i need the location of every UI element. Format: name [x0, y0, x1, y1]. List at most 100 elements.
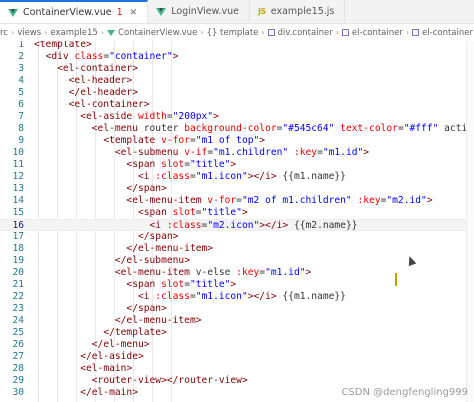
chevron-right-icon: › [335, 28, 339, 37]
code-line[interactable]: 19 </el-submenu> [0, 255, 474, 267]
line-number: 15 [12, 207, 24, 218]
line-number: 24 [12, 315, 24, 326]
code-line[interactable]: 5 </el-header> [0, 87, 474, 99]
breadcrumb-item[interactable]: example15 [50, 28, 97, 38]
code-line[interactable]: 1 <template> [0, 41, 474, 51]
tab-loginview[interactable]: LoginView.vue [148, 0, 251, 23]
code-area[interactable]: 1 <template> 2 <div class="container"> 3 <e… [0, 41, 474, 402]
code-text: </el-aside> [80, 351, 144, 362]
code-line[interactable]: 26 </el-menu> [0, 339, 474, 351]
code-line[interactable]: 22 <i :class="m1.icon"></i> {{m1.name}} [0, 291, 474, 303]
code-text: <el-submenu v-if="m1.children" :key="m1.… [114, 147, 370, 158]
code-line[interactable]: 14 <el-menu-item v-for="m2 of m1.childre… [0, 195, 474, 207]
code-text: </span> [126, 303, 167, 314]
tab-bar: ContainerView.vue 1 ✕ LoginView.vue JS e… [0, 0, 474, 24]
code-text: </el-main> [80, 387, 138, 398]
line-number: 8 [18, 123, 24, 134]
chevron-right-icon: › [200, 28, 204, 37]
code-line[interactable]: 13 </span> [0, 183, 474, 195]
breadcrumb-item[interactable]: rc [0, 28, 8, 38]
breadcrumb-item[interactable]: {} template [207, 28, 259, 38]
code-text: <router-view></router-view> [91, 375, 248, 386]
code-line[interactable]: 15 <span slot="title"> [0, 207, 474, 219]
breadcrumb-item[interactable]: el-container [352, 28, 403, 38]
line-number: 3 [18, 63, 24, 74]
problem-count-badge: 1 [116, 7, 123, 18]
breadcrumb-item[interactable]: el-container [422, 28, 473, 38]
code-text: <el-header> [68, 75, 133, 86]
code-line[interactable]: 24 </el-menu-item> [0, 315, 474, 327]
code-text: </el-header> [68, 87, 138, 98]
code-line[interactable]: 11 <span slot="title"> [0, 159, 474, 171]
code-line[interactable]: 29 <router-view></router-view> [0, 375, 474, 387]
tab-label: example15.js [270, 6, 335, 17]
chevron-right-icon: › [405, 28, 410, 37]
line-number: 5 [18, 87, 24, 98]
code-text: </el-menu-item> [126, 243, 214, 254]
element-icon [267, 29, 275, 36]
code-text: <i :class="m1.icon"></i> {{m1.name}} [137, 291, 346, 302]
line-number: 13 [12, 183, 24, 194]
line-number: 7 [18, 111, 24, 122]
tab-containerview[interactable]: ContainerView.vue 1 ✕ [0, 0, 149, 23]
code-line[interactable]: 6 <el-container> [0, 99, 474, 111]
code-line[interactable]: 28 <el-main> [0, 363, 474, 375]
code-line[interactable]: 9 <template v-for="m1 of top"> [0, 135, 474, 147]
line-number: 12 [12, 171, 24, 182]
code-line[interactable]: 3 <el-container> [0, 63, 474, 75]
code-text: <template> [34, 41, 92, 50]
code-text: </el-menu-item> [114, 315, 202, 326]
code-line[interactable]: 8 <el-menu router background-color="#545… [0, 123, 474, 135]
code-line[interactable]: 23 </span> [0, 303, 474, 315]
code-line[interactable]: 10 <el-submenu v-if="m1.children" :key="… [0, 147, 474, 159]
code-text: <el-menu router background-color="#545c6… [91, 123, 474, 134]
line-number: 21 [12, 279, 24, 290]
vue-file-icon [107, 29, 116, 36]
code-text: </span> [137, 231, 179, 242]
code-text: </span> [126, 183, 167, 194]
code-text: <i :class="m1.icon"></i> {{m1.name}} [137, 171, 346, 182]
code-line[interactable]: 17 </span> [0, 231, 474, 243]
code-text: <el-container> [57, 63, 138, 74]
code-line[interactable]: 21 <span slot="title"> [0, 279, 474, 291]
line-number: 10 [12, 147, 24, 158]
line-number: 29 [12, 375, 24, 386]
line-number: 26 [12, 339, 24, 350]
js-file-icon: JS [258, 7, 266, 16]
code-text: <el-menu-item v-for="m2 of m1.children" … [126, 195, 433, 206]
code-line[interactable]: 7 <el-aside width="200px"> [0, 111, 474, 123]
code-text: </el-submenu> [114, 255, 190, 266]
line-number: 23 [12, 303, 24, 314]
code-text: <el-aside width="200px"> [80, 111, 219, 122]
code-editor: ContainerView.vue 1 ✕ LoginView.vue JS e… [0, 0, 474, 402]
tab-label: LoginView.vue [171, 6, 240, 17]
code-line[interactable]: 18 </el-menu-item> [0, 243, 474, 255]
code-line[interactable]: 25 </template> [0, 327, 474, 339]
line-number: 17 [12, 231, 24, 242]
line-number: 27 [12, 351, 24, 362]
chevron-right-icon: › [100, 28, 105, 37]
line-number: 1 [18, 41, 24, 50]
line-number: 20 [12, 267, 24, 278]
line-number: 22 [12, 291, 24, 302]
code-line[interactable]: 16 <i :class="m2.icon"></i> {{m2.name}} [0, 219, 474, 231]
code-line[interactable]: 27 </el-aside> [0, 351, 474, 363]
code-line[interactable]: 12 <i :class="m1.icon"></i> {{m1.name}} [0, 171, 474, 183]
tab-example15-js[interactable]: JS example15.js [250, 0, 346, 23]
code-line[interactable]: 20 <el-menu-item v-else :key="m1.id"> [0, 267, 474, 279]
line-number: 28 [12, 363, 24, 374]
breadcrumb-item[interactable]: div.container [278, 28, 333, 38]
scrollbar[interactable] [466, 41, 474, 402]
watermark: CSDN @dengfengling999 [341, 387, 468, 398]
breadcrumb-item[interactable]: ContainerView.vue [118, 28, 197, 38]
close-icon[interactable]: ✕ [130, 8, 138, 18]
line-number: 11 [12, 159, 24, 170]
code-line[interactable]: 4 <el-header> [0, 75, 474, 87]
code-text: <el-menu-item v-else :key="m1.id"> [114, 267, 312, 278]
line-number: 4 [18, 75, 24, 86]
code-line[interactable]: 2 <div class="container"> [0, 51, 474, 63]
breadcrumb-item[interactable]: views [17, 28, 41, 38]
tab-label: ContainerView.vue [23, 7, 112, 18]
code-text: <template v-for="m1 of top"> [103, 135, 266, 146]
line-number: 25 [12, 327, 24, 338]
